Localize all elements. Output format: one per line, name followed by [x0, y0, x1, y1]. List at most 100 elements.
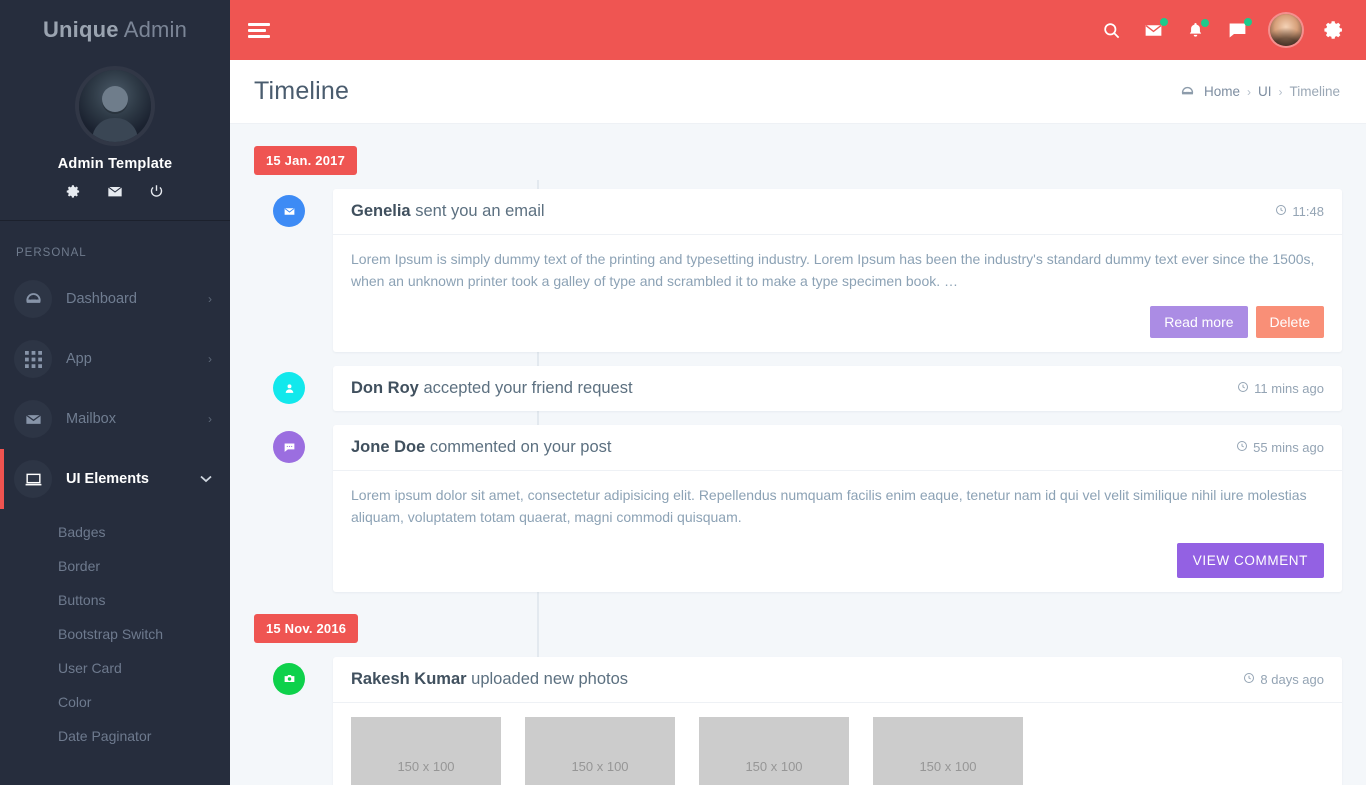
timeline-event: Jone Doe commented on your post 55 mins … — [254, 425, 1342, 592]
timeline-event: Genelia sent you an email 11:48 Lorem Ip… — [254, 189, 1342, 353]
timeline-card: Don Roy accepted your friend request 11 … — [333, 366, 1342, 412]
app-root: Unique Admin Admin Template PERSONAL Das… — [0, 0, 1366, 785]
breadcrumb: Home › UI › Timeline — [1180, 84, 1340, 99]
timeline-card-header: Rakesh Kumar uploaded new photos 8 days … — [333, 657, 1342, 703]
brand-name-light: Admin — [123, 17, 188, 42]
timeline-card-footer: VIEW COMMENT — [333, 531, 1342, 592]
profile-name: Admin Template — [57, 156, 173, 172]
clock-icon — [1243, 672, 1255, 687]
envelope-icon — [273, 195, 305, 227]
timeline-event-actor: Jone Doe — [351, 438, 426, 457]
timeline-event-actor: Rakesh Kumar — [351, 669, 467, 688]
sidebar-item-label: UI Elements — [66, 471, 149, 487]
sidebar: Unique Admin Admin Template PERSONAL Das… — [0, 0, 230, 785]
timeline-event-time-label: 11:48 — [1292, 204, 1324, 219]
sidebar-subitem-border[interactable]: Border — [0, 549, 230, 583]
chat-icon — [273, 431, 305, 464]
timeline-event-action: uploaded new photos — [471, 669, 629, 688]
logout-icon[interactable] — [149, 184, 164, 200]
envelope-icon — [14, 400, 52, 438]
sidebar-section-label: PERSONAL — [16, 247, 87, 259]
timeline: 15 Jan. 2017 Genelia sent you an email 1… — [254, 146, 1342, 785]
sidebar-item-label: Mailbox — [66, 411, 116, 427]
timeline-card: Genelia sent you an email 11:48 Lorem Ip… — [333, 189, 1342, 353]
timeline-event-title: Don Roy accepted your friend request — [351, 379, 633, 398]
sidebar-nav: Dashboard › App › Mailbox › UI Elements … — [0, 269, 230, 763]
photo-thumbnail[interactable]: 150 x 100 — [699, 716, 849, 785]
gauge-icon — [14, 280, 52, 318]
camera-icon — [273, 662, 305, 695]
timeline-card-footer: Read more Delete — [333, 294, 1342, 352]
messages-icon[interactable] — [107, 184, 123, 200]
sidebar-submenu-ui-elements: Badges Border Buttons Bootstrap Switch U… — [0, 509, 230, 763]
page-title: Timeline — [254, 77, 350, 105]
timeline-event-actor: Genelia — [351, 202, 411, 220]
breadcrumb-home[interactable]: Home — [1204, 84, 1240, 99]
main-area: Timeline Home › UI › Timeline 15 Jan. 20… — [230, 0, 1366, 785]
timeline-event-title: Jone Doe commented on your post — [351, 438, 611, 457]
timeline-date-badge: 15 Nov. 2016 — [254, 613, 359, 643]
timeline-card-header: Jone Doe commented on your post 55 mins … — [333, 425, 1342, 472]
sidebar-subitem-buttons[interactable]: Buttons — [0, 583, 230, 617]
avatar — [79, 70, 151, 142]
bell-icon[interactable] — [1186, 18, 1209, 40]
timeline-date-badge: 15 Jan. 2017 — [254, 146, 358, 175]
page-header: Timeline Home › UI › Timeline — [230, 60, 1366, 124]
timeline-event-time: 11:48 — [1275, 204, 1324, 219]
chevron-right-icon: › — [208, 412, 212, 426]
gear-icon[interactable] — [1324, 20, 1344, 40]
brand-logo[interactable]: Unique Admin — [0, 0, 230, 60]
timeline-card: Rakesh Kumar uploaded new photos 8 days … — [333, 656, 1342, 785]
chat-icon[interactable] — [1227, 17, 1252, 41]
topbar — [230, 0, 1366, 60]
sidebar-item-ui-elements[interactable]: UI Elements — [0, 449, 230, 509]
timeline-event: Don Roy accepted your friend request 11 … — [254, 366, 1342, 412]
user-icon — [273, 372, 305, 405]
timeline-event: Rakesh Kumar uploaded new photos 8 days … — [254, 656, 1342, 785]
photo-thumbnail[interactable]: 150 x 100 — [525, 716, 675, 785]
sidebar-subitem-bootstrap-switch[interactable]: Bootstrap Switch — [0, 617, 230, 651]
chevron-right-icon: › — [208, 292, 212, 306]
timeline-event-time: 11 mins ago — [1237, 381, 1324, 396]
photo-thumbnail[interactable]: 150 x 100 — [351, 716, 501, 785]
sidebar-item-label: App — [66, 351, 92, 367]
notification-dot — [1201, 18, 1209, 27]
timeline-event-actor: Don Roy — [351, 379, 419, 398]
timeline-event-time: 8 days ago — [1243, 672, 1324, 687]
envelope-icon[interactable] — [1143, 17, 1168, 41]
brand-name-bold: Unique — [42, 17, 119, 42]
sidebar-item-app[interactable]: App › — [0, 329, 230, 389]
timeline-card-header: Genelia sent you an email 11:48 — [333, 189, 1342, 235]
timeline-photo-gallery: 150 x 100 150 x 100 150 x 100 150 x 100 — [333, 703, 1342, 785]
read-more-button[interactable]: Read more — [1150, 306, 1248, 339]
timeline-event-time-label: 11 mins ago — [1254, 381, 1324, 397]
sidebar-item-dashboard[interactable]: Dashboard › — [0, 269, 230, 329]
view-comment-button[interactable]: VIEW COMMENT — [1176, 542, 1324, 578]
timeline-event-body: Lorem ipsum dolor sit amet, consectetur … — [351, 487, 1307, 526]
notification-dot — [1160, 17, 1168, 26]
profile-actions — [0, 184, 230, 220]
sidebar-subitem-color[interactable]: Color — [0, 685, 230, 719]
photo-thumbnail[interactable]: 150 x 100 — [873, 716, 1023, 785]
sidebar-subitem-date-paginator[interactable]: Date Paginator — [0, 719, 230, 753]
sidebar-divider — [0, 220, 230, 221]
search-icon[interactable] — [1102, 21, 1121, 40]
sidebar-profile: Admin Template — [0, 60, 230, 220]
delete-button[interactable]: Delete — [1255, 306, 1324, 339]
sidebar-subitem-user-card[interactable]: User Card — [0, 651, 230, 685]
breadcrumb-ui[interactable]: UI — [1258, 84, 1272, 99]
hamburger-icon[interactable] — [248, 20, 270, 41]
sidebar-item-mailbox[interactable]: Mailbox › — [0, 389, 230, 449]
timeline-event-time-label: 55 mins ago — [1253, 440, 1324, 456]
timeline-event-body: Lorem Ipsum is simply dummy text of the … — [351, 251, 1315, 289]
avatar[interactable] — [1270, 14, 1302, 46]
clock-icon — [1237, 381, 1249, 396]
laptop-icon — [14, 460, 52, 498]
settings-icon[interactable] — [66, 184, 81, 200]
timeline-event-title: Genelia sent you an email — [351, 202, 545, 221]
timeline-event-time: 55 mins ago — [1236, 440, 1324, 455]
chevron-down-icon — [200, 473, 212, 485]
sidebar-subitem-badges[interactable]: Badges — [0, 515, 230, 549]
clock-icon — [1275, 204, 1287, 219]
timeline-event-time-label: 8 days ago — [1260, 671, 1324, 687]
